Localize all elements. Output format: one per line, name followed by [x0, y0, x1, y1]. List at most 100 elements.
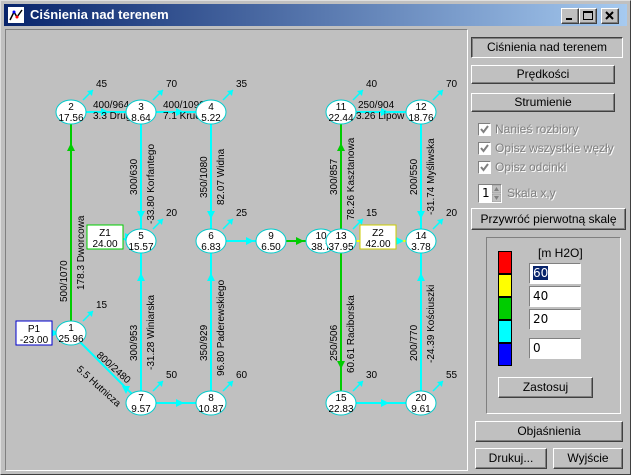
scale-spinner[interactable]: 1	[478, 184, 502, 203]
spinner-arrows-icon[interactable]	[492, 185, 501, 202]
scale-color-red	[498, 251, 512, 274]
checkbox-box[interactable]	[478, 123, 491, 136]
threshold-input-20[interactable]: 20	[529, 309, 581, 330]
flow-arrow-icon	[337, 361, 345, 369]
source-id-label: P1	[28, 324, 41, 335]
threshold-input-60[interactable]: 60	[529, 263, 581, 284]
node-demand-label: 50	[166, 370, 178, 381]
pressure-button[interactable]: Ciśnienia nad terenem	[471, 37, 623, 58]
node-id-label: 1	[68, 323, 74, 334]
checkbox-box[interactable]	[478, 142, 491, 155]
network-canvas[interactable]: 45 70 35 40 70 20 25 15 20 15 50 60 30 55 400/964 3.3 D…	[5, 29, 468, 471]
flow-arrow-icon	[137, 211, 145, 219]
restore-scale-button[interactable]: Przywróć pierwotną skalę	[471, 208, 626, 230]
flow-arrow-icon	[337, 143, 345, 151]
node-demand-label: 25	[236, 208, 248, 219]
node-id-label: 4	[208, 102, 214, 113]
node-demand-label: 55	[446, 370, 458, 381]
node-id-label: 5	[138, 231, 144, 242]
flow-arrow-icon	[137, 273, 145, 281]
pipe-label-dims: 350/1080	[199, 156, 210, 198]
node-id-label: 3	[138, 102, 144, 113]
pipe-label-dims: 350/929	[199, 324, 210, 361]
pipe-label-dims: 200/770	[409, 324, 420, 361]
node-demand-label: 40	[366, 79, 378, 90]
node-demand-label: 15	[96, 300, 108, 311]
pipe-label-dims: 300/857	[329, 158, 340, 195]
apply-button[interactable]: Zastosuj	[498, 377, 593, 398]
segments-checkbox[interactable]: Opisz odcinki	[478, 160, 618, 176]
checkmark-icon	[480, 163, 489, 172]
checkbox-box[interactable]	[478, 161, 491, 174]
checkbox-label: Nanieś rozbiory	[495, 122, 579, 136]
pipe-label-flow: -31.74 Myśliwska	[426, 138, 437, 215]
node-id-label: 6	[208, 231, 214, 242]
flow-arrow-icon	[381, 399, 389, 407]
exit-button[interactable]: Wyjście	[553, 448, 623, 469]
pipe-label-flow: 82.07 Widna	[216, 148, 227, 205]
pipe-label-flow: -31.28 Winiarska	[146, 295, 157, 370]
node-pressure-label: 22.83	[328, 404, 353, 415]
source-value-label: 42.00	[365, 239, 390, 250]
pipe-label-flow: -24.39 Kościuszki	[426, 285, 437, 363]
pipe-label-flow: 78.26 Kasztanowa	[346, 137, 357, 220]
flow-arrow-icon	[296, 237, 304, 245]
node-pressure-label: 17.56	[58, 113, 83, 124]
node-demand-label: 20	[446, 208, 458, 219]
app-icon	[8, 7, 24, 23]
demand-checkbox[interactable]: Nanieś rozbiory	[478, 122, 618, 138]
maximize-button[interactable]	[579, 8, 597, 24]
pipe-label-dims: 400/964	[93, 100, 130, 111]
threshold-input-0[interactable]: 0	[529, 338, 581, 359]
flow-button[interactable]: Strumienie	[471, 93, 615, 112]
close-button[interactable]	[601, 8, 619, 24]
pipe-label-flow: 96.80 Paderewskiego	[216, 279, 227, 376]
minimize-button[interactable]	[561, 8, 579, 24]
source-id-label: Z2	[372, 228, 384, 239]
source-value-label: 24.00	[92, 239, 117, 250]
pipe-label-dims: 250/506	[329, 324, 340, 361]
node-demand-label: 60	[236, 370, 248, 381]
node-pressure-label: 5.22	[201, 113, 221, 124]
node-pressure-label: 25.96	[58, 334, 83, 345]
node-pressure-label: 6.50	[261, 242, 281, 253]
threshold-input-40[interactable]: 40	[529, 286, 581, 307]
node-pressure-label: 15.57	[128, 242, 153, 253]
node-pressure-label: 18.76	[408, 113, 433, 124]
explain-button[interactable]: Objaśnienia	[475, 421, 623, 442]
pipe-label-dims: 250/904	[358, 100, 395, 111]
scale-color-green	[498, 297, 512, 320]
node-id-label: 15	[335, 393, 347, 404]
scale-label: Skala x,y	[507, 186, 556, 200]
pipe-label-dims: 300/630	[129, 158, 140, 195]
print-button[interactable]: Drukuj...	[475, 448, 547, 469]
node-pressure-label: 9.57	[131, 404, 151, 415]
node-demand-label: 45	[96, 79, 108, 90]
node-id-label: 2	[68, 102, 74, 113]
pipe-label-dims: 300/953	[129, 324, 140, 361]
close-icon	[605, 11, 614, 20]
node-id-label: 9	[268, 231, 274, 242]
window-title: Ciśnienia nad terenem	[30, 7, 169, 22]
node-demand-label: 15	[366, 208, 378, 219]
node-demand-label: 35	[236, 79, 248, 90]
scale-color-yellow	[498, 274, 512, 297]
legend-unit: [m H2O]	[538, 246, 583, 260]
flow-arrow-icon	[417, 273, 425, 281]
title-bar[interactable]: Ciśnienia nad terenem	[4, 4, 627, 26]
node-id-label: 20	[415, 393, 427, 404]
flow-arrow-icon	[396, 237, 404, 245]
node-id-label: 13	[335, 231, 347, 242]
pipe-label-flow: -33.80 Korfantego	[146, 144, 157, 224]
nodes-checkbox[interactable]: Opisz wszystkie węzły	[478, 141, 628, 157]
flow-arrow-icon	[207, 273, 215, 281]
velocity-button[interactable]: Prędkości	[471, 65, 615, 84]
pipe-label-dims: 500/1070	[59, 260, 70, 302]
node-pressure-label: 6.83	[201, 242, 221, 253]
source-value-label: -23.00	[20, 335, 49, 346]
checkbox-label: Opisz odcinki	[495, 160, 567, 174]
checkmark-icon	[480, 144, 489, 153]
maximize-icon	[583, 11, 593, 20]
pipe-label-flow: 60.61 Raciborska	[346, 295, 357, 373]
node-pressure-label: 3.78	[411, 242, 431, 253]
